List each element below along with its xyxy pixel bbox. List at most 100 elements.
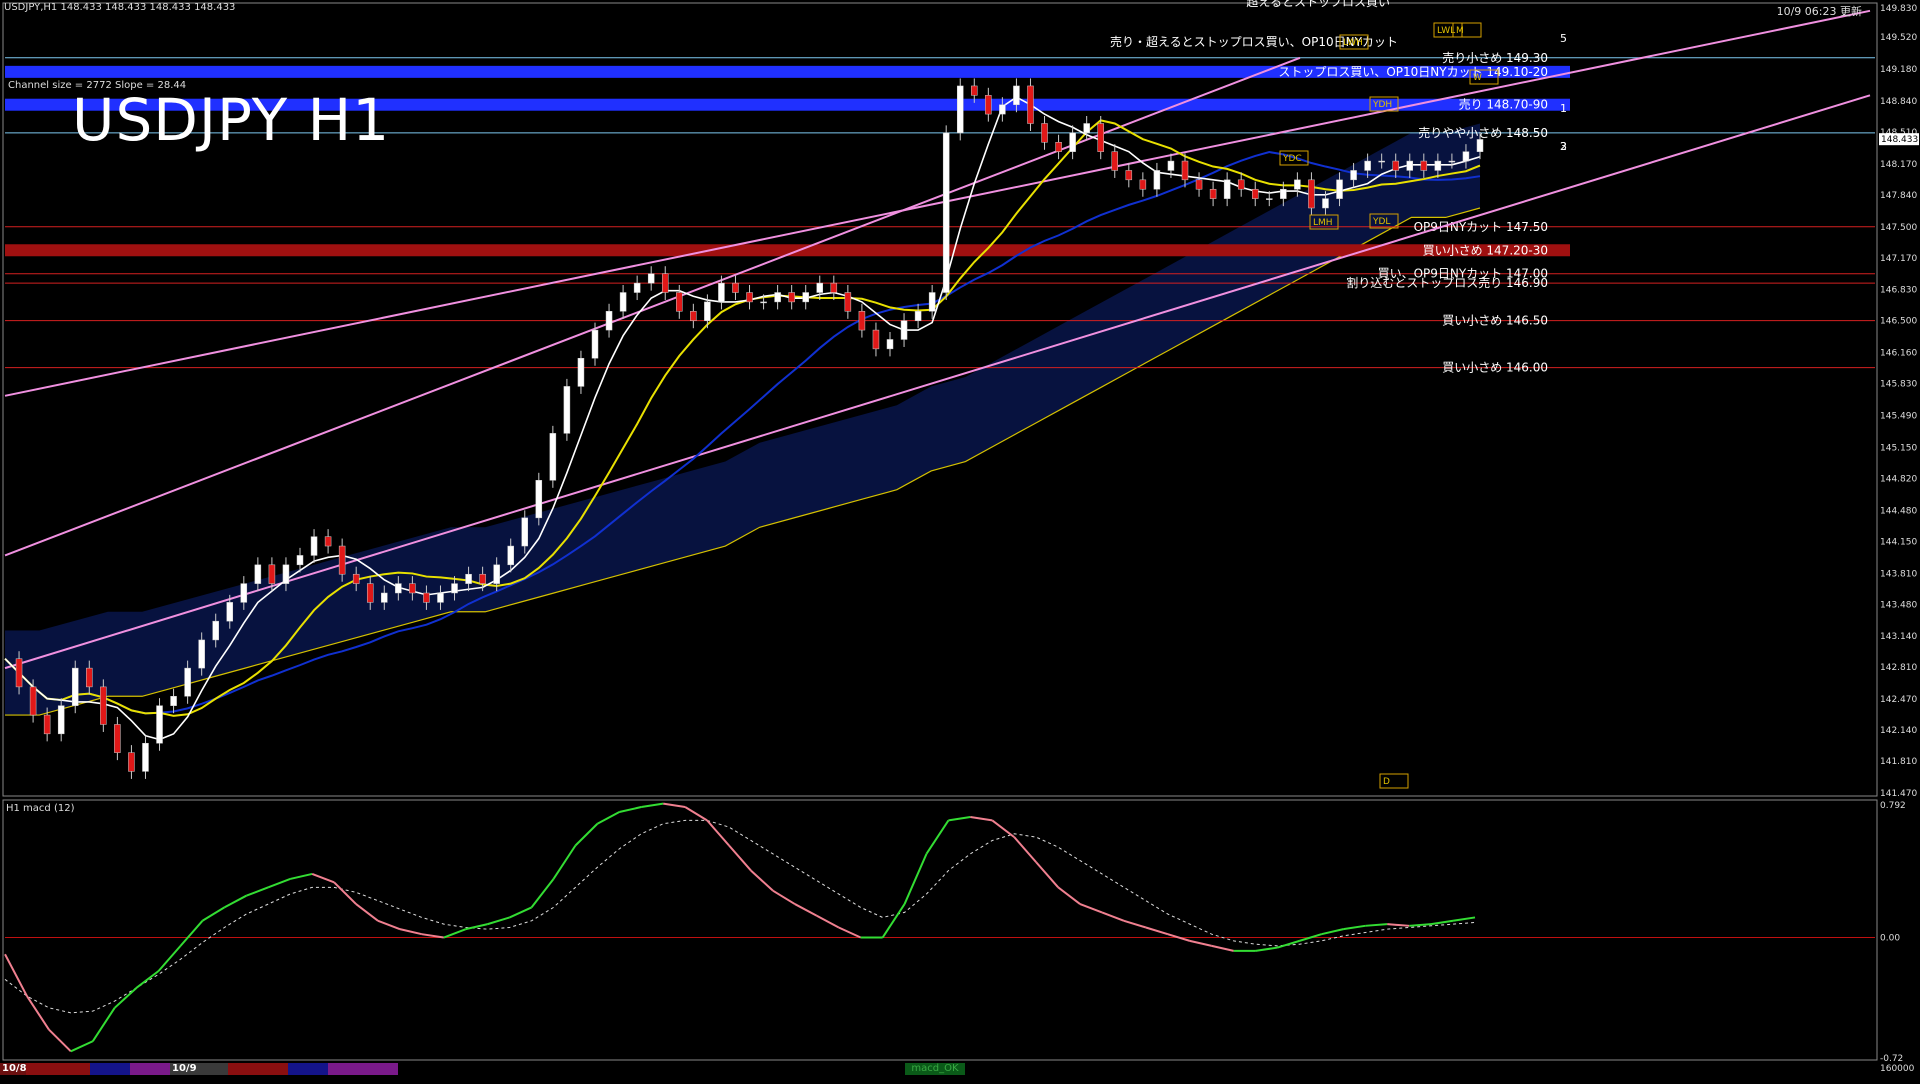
- candle-up: [521, 517, 529, 547]
- candle-down: [423, 592, 430, 603]
- chart-canvas: 売り小さめ 149.30ストップロス買い、OP10日NYカット 149.10-2…: [0, 0, 1920, 1080]
- candle-down: [844, 292, 852, 312]
- right-number-label: 5: [1560, 32, 1567, 45]
- y-tick-label: 143.810: [1880, 569, 1917, 579]
- date-strip-segment: [26, 1063, 90, 1075]
- candle-down: [43, 714, 51, 735]
- candle-up: [71, 667, 79, 706]
- top-cut-annotation: 超えるとストップロス買い: [1246, 0, 1390, 9]
- candle-up: [57, 705, 65, 735]
- candle-up: [198, 639, 205, 669]
- candle-up: [1322, 198, 1329, 209]
- candle-down: [29, 686, 37, 716]
- candle-up: [240, 583, 248, 603]
- marker-label: LMH: [1313, 218, 1333, 228]
- candle-down: [1209, 188, 1217, 199]
- candle-up: [507, 545, 514, 566]
- candle-down: [858, 311, 866, 331]
- candle-down: [985, 95, 992, 115]
- candle-down: [1055, 142, 1062, 152]
- candle-up: [1280, 188, 1287, 199]
- candle-up: [310, 536, 318, 556]
- level-label: 買い小さめ 146.50: [1442, 314, 1548, 328]
- candle-down: [1111, 151, 1119, 171]
- candle-down: [366, 583, 374, 603]
- candle-up: [381, 592, 388, 603]
- date-strip-segment: 10/8: [0, 1063, 27, 1075]
- level-label: 売りやや小さめ 148.50: [1418, 125, 1548, 140]
- candle-up: [718, 282, 725, 303]
- candle-down: [676, 292, 683, 312]
- candle-down: [86, 667, 93, 688]
- y-tick-label: 141.470: [1880, 789, 1917, 799]
- candle-up: [535, 480, 543, 519]
- candle-up: [437, 592, 444, 603]
- candle-up: [254, 564, 262, 584]
- candle-up: [928, 292, 936, 312]
- candle-up: [900, 320, 908, 340]
- level-label: OP9日NYカット 147.50: [1414, 220, 1548, 234]
- candle-down: [1251, 188, 1259, 199]
- macd-tick-label: 0.792: [1880, 801, 1906, 811]
- right-number-label: 3: [1560, 140, 1567, 153]
- candle-up: [802, 292, 809, 303]
- macd-pane-label: H1 macd (12): [6, 803, 75, 814]
- y-tick-label: 142.810: [1880, 663, 1917, 673]
- level-label: 割り込むとストップロス売り 146.90: [1346, 275, 1548, 290]
- candle-up: [1223, 179, 1231, 199]
- date-strip-segment: [328, 1063, 398, 1075]
- candle-down: [830, 282, 838, 293]
- candle-down: [100, 686, 107, 725]
- candle-up: [465, 573, 472, 584]
- candle-up: [1364, 160, 1371, 171]
- candle-up: [647, 273, 655, 284]
- y-tick-label: 144.820: [1880, 474, 1917, 484]
- candle-up: [395, 583, 402, 594]
- candle-up: [1167, 160, 1175, 171]
- candle-up: [774, 292, 781, 303]
- chart-title: USDJPY H1: [72, 86, 391, 154]
- candle-down: [15, 658, 23, 688]
- candle-down: [1392, 160, 1399, 171]
- marker-label: M: [1456, 26, 1464, 36]
- y-tick-label: 146.830: [1880, 286, 1917, 296]
- candle-down: [352, 573, 360, 584]
- candle-down: [661, 273, 669, 293]
- candle-up: [577, 357, 585, 387]
- candle-down: [409, 583, 416, 594]
- candle-up: [212, 620, 219, 641]
- y-tick-label: 141.810: [1880, 757, 1917, 767]
- candle-down: [1027, 85, 1034, 124]
- candle-up: [1336, 179, 1343, 199]
- candle-down: [1097, 123, 1104, 152]
- candle-up: [605, 311, 613, 331]
- y-tick-label: 147.500: [1880, 223, 1917, 233]
- candle-down: [1237, 179, 1245, 190]
- candle-down: [872, 329, 880, 350]
- candle-up: [1294, 179, 1301, 190]
- y-tick-label: 149.180: [1880, 65, 1917, 75]
- candle-up: [282, 564, 290, 584]
- candle-down: [746, 292, 753, 303]
- candle-up: [956, 85, 964, 134]
- chart-stage: 売り小さめ 149.30 ストップロス買い、OP10日NYカット 149.10-2…: [0, 0, 1920, 1080]
- marker-label: YDC: [1282, 154, 1302, 164]
- date-strip-segment: 10/9: [170, 1063, 228, 1075]
- candle-up: [591, 329, 599, 359]
- candle-up: [1448, 160, 1456, 163]
- marker-label: LWH: [1343, 38, 1363, 48]
- candle-up: [1406, 160, 1414, 171]
- candle-down: [1195, 179, 1203, 190]
- candle-down: [114, 724, 121, 753]
- y-tick-label: 145.150: [1880, 443, 1917, 453]
- y-tick-label: 144.480: [1880, 506, 1917, 516]
- date-strip-segment: [228, 1063, 288, 1075]
- level-label: 買い小さめ 146.00: [1442, 361, 1548, 375]
- candle-down: [1420, 160, 1428, 171]
- marker-label: YDH: [1372, 100, 1392, 110]
- candle-down: [971, 85, 978, 96]
- date-strip-segment: [130, 1063, 170, 1075]
- candle-up: [170, 696, 177, 706]
- candle-up: [816, 282, 824, 293]
- y-tick-label: 146.160: [1880, 349, 1917, 359]
